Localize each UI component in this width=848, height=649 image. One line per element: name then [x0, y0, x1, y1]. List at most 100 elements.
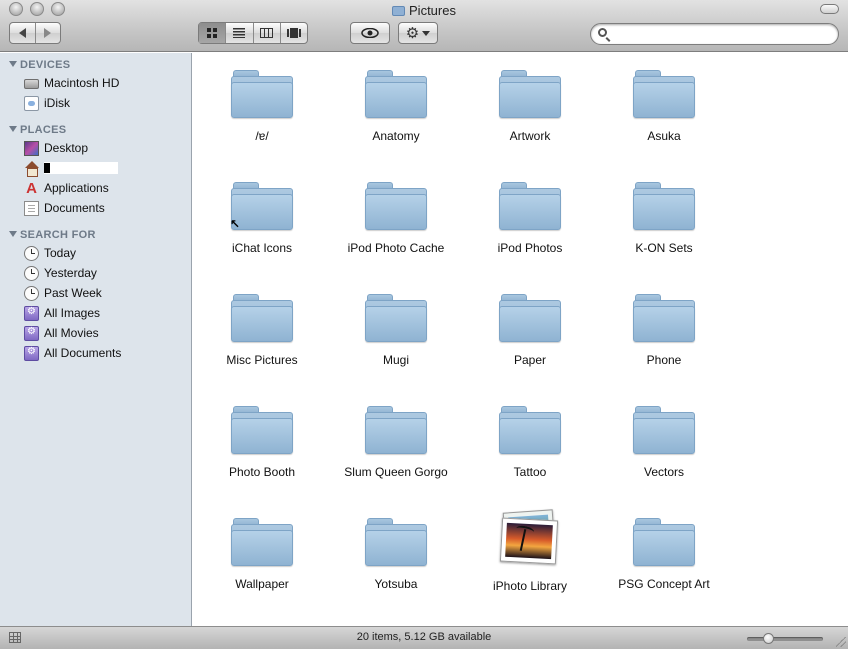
folder-icon — [498, 181, 562, 231]
sidebar-item-applications[interactable]: A Applications — [24, 179, 189, 197]
search-icon — [598, 28, 607, 37]
folder-icon — [364, 69, 428, 119]
iphoto-library-icon — [498, 509, 562, 569]
folder-icon — [632, 69, 696, 119]
column-view-button[interactable] — [252, 23, 280, 43]
item-name: Phone — [646, 353, 682, 367]
folder-item[interactable]: Mugi — [329, 293, 463, 367]
item-name: iChat Icons — [231, 241, 293, 255]
folder-icon — [364, 405, 428, 455]
folder-item[interactable]: Phone — [597, 293, 731, 367]
folder-item[interactable]: Wallpaper — [195, 517, 329, 591]
folder-item[interactable]: Artwork — [463, 69, 597, 143]
sidebar-item-label: Documents — [44, 201, 105, 215]
folder-item[interactable]: Paper — [463, 293, 597, 367]
folder-item[interactable]: ↖ iChat Icons — [195, 181, 329, 255]
sidebar-heading-places[interactable]: PLACES — [9, 124, 66, 136]
column-view-icon — [260, 28, 274, 38]
eye-icon — [361, 28, 379, 38]
applications-icon: A — [26, 179, 37, 197]
list-view-button[interactable] — [225, 23, 252, 43]
folder-icon — [632, 181, 696, 231]
item-name: Vectors — [643, 465, 685, 479]
forward-arrow-icon — [44, 28, 52, 38]
sidebar-item-all-images[interactable]: All Images — [24, 304, 189, 322]
sidebar-item-past-week[interactable]: Past Week — [24, 284, 189, 302]
folder-item[interactable]: Misc Pictures — [195, 293, 329, 367]
icon-size-slider[interactable] — [747, 633, 823, 644]
sidebar-item-today[interactable]: Today — [24, 244, 189, 262]
folder-item[interactable]: PSG Concept Art — [597, 517, 731, 591]
folder-item[interactable]: Vectors — [597, 405, 731, 479]
sidebar-item-label: All Movies — [44, 326, 99, 340]
folder-item[interactable]: Photo Booth — [195, 405, 329, 479]
disclosure-triangle-icon — [9, 61, 17, 67]
folder-icon — [632, 517, 696, 567]
item-name: iPod Photo Cache — [347, 241, 445, 255]
icon-view-button[interactable] — [199, 23, 226, 43]
folder-item[interactable]: Yotsuba — [329, 517, 463, 591]
smart-folder-icon — [24, 345, 39, 361]
sidebar-heading-search-for[interactable]: SEARCH FOR — [9, 229, 96, 241]
folder-icon — [364, 517, 428, 567]
resize-grip-icon[interactable] — [836, 637, 846, 647]
sidebar-item-home[interactable] — [24, 159, 189, 177]
folder-item[interactable]: /ɐ/ — [195, 69, 329, 143]
disclosure-triangle-icon — [9, 231, 17, 237]
folder-item[interactable]: Anatomy — [329, 69, 463, 143]
sidebar-item-documents[interactable]: Documents — [24, 199, 189, 217]
gear-icon: ⚙ — [405, 24, 420, 42]
home-icon — [24, 160, 39, 177]
sidebar-item-macintosh-hd[interactable]: Macintosh HD — [24, 74, 189, 92]
folder-icon — [230, 69, 294, 119]
smart-folder-icon — [24, 325, 39, 341]
folder-item[interactable]: K-ON Sets — [597, 181, 731, 255]
navigation-buttons — [9, 22, 61, 44]
iphoto-library-item[interactable]: iPhoto Library — [463, 509, 597, 593]
search-field[interactable] — [590, 23, 839, 45]
sidebar-item-idisk[interactable]: iDisk — [24, 94, 189, 112]
clock-icon — [24, 285, 39, 301]
clock-icon — [24, 245, 39, 261]
cover-flow-view-button[interactable] — [279, 23, 307, 43]
toolbar-toggle-button[interactable] — [820, 4, 839, 14]
action-menu-button[interactable]: ⚙ — [398, 22, 438, 44]
item-name: /ɐ/ — [255, 129, 269, 143]
smart-folder-icon — [24, 305, 39, 321]
sidebar-item-label: Yesterday — [44, 266, 97, 280]
status-bar: 20 items, 5.12 GB available — [0, 626, 848, 649]
folder-icon — [632, 293, 696, 343]
sidebar-item-yesterday[interactable]: Yesterday — [24, 264, 189, 282]
sidebar-item-desktop[interactable]: Desktop — [24, 139, 189, 157]
sidebar-item-all-movies[interactable]: All Movies — [24, 324, 189, 342]
item-name: Anatomy — [372, 129, 420, 143]
item-name: Photo Booth — [228, 465, 296, 479]
hard-drive-icon — [24, 79, 39, 89]
file-icon-grid: /ɐ/Anatomy Artwork Asuka ↖ iChat Icons iPod P… — [193, 53, 848, 626]
folder-item[interactable]: iPod Photo Cache — [329, 181, 463, 255]
list-view-icon — [233, 28, 246, 38]
alias-arrow-icon: ↖ — [230, 217, 241, 231]
folder-item[interactable]: Tattoo — [463, 405, 597, 479]
folder-icon — [230, 517, 294, 567]
item-name: Asuka — [647, 129, 681, 143]
sidebar-item-all-documents[interactable]: All Documents — [24, 344, 189, 362]
window-title-text: Pictures — [409, 3, 456, 18]
item-name: Tattoo — [513, 465, 547, 479]
documents-icon — [24, 200, 39, 216]
folder-item[interactable]: Asuka — [597, 69, 731, 143]
sidebar-item-label: All Images — [44, 306, 101, 320]
icon-view-icon — [207, 28, 218, 38]
quick-look-button[interactable] — [350, 22, 390, 44]
folder-icon — [632, 405, 696, 455]
forward-button[interactable] — [34, 23, 61, 43]
sidebar-heading-devices[interactable]: DEVICES — [9, 59, 70, 71]
disclosure-triangle-icon — [9, 126, 17, 132]
sidebar-heading-label: PLACES — [20, 124, 67, 136]
back-button[interactable] — [10, 23, 35, 43]
search-input[interactable] — [613, 26, 833, 42]
window-toolbar: Pictures ⚙ — [0, 0, 848, 52]
folder-item[interactable]: Slum Queen Gorgo — [329, 405, 463, 479]
folder-item[interactable]: iPod Photos — [463, 181, 597, 255]
folder-icon — [364, 181, 428, 231]
